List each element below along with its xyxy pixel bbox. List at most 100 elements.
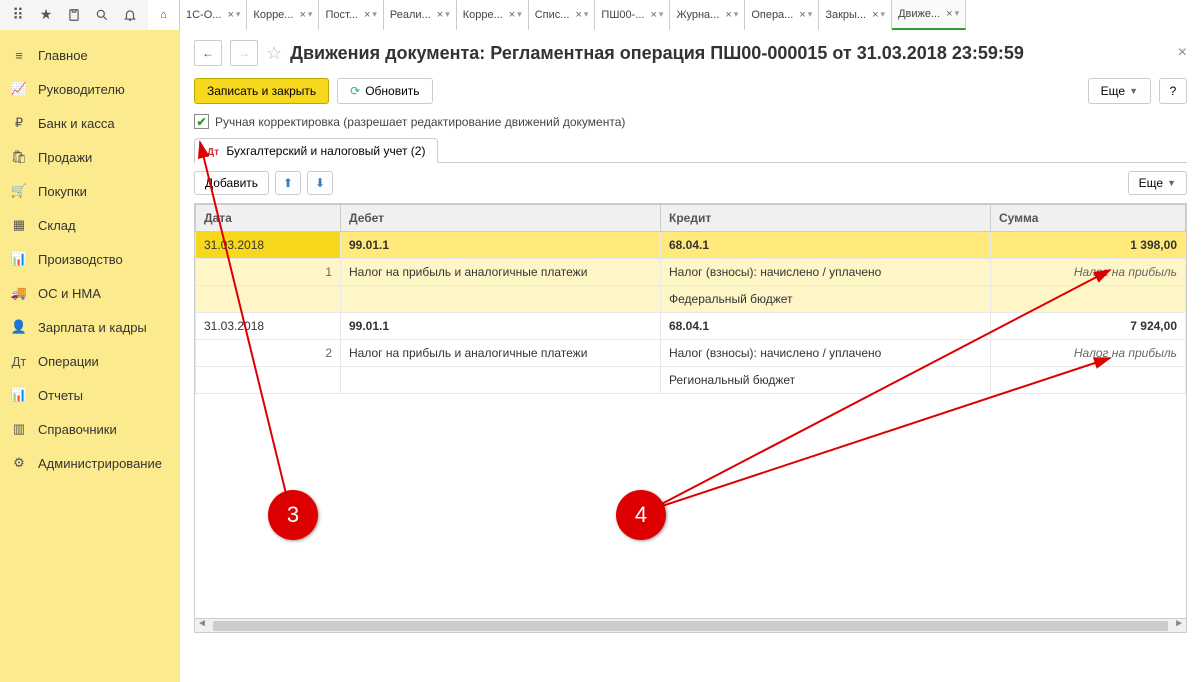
add-button[interactable]: Добавить — [194, 171, 269, 195]
dt-kt-icon: Дт — [207, 147, 219, 158]
tab[interactable]: Движе...×▾ — [892, 0, 966, 30]
tab[interactable]: Корре... ×▾ — [457, 0, 529, 30]
sidebar-item-label: Зарплата и кадры — [38, 320, 147, 335]
nav-forward-button[interactable]: → — [230, 40, 258, 66]
tab[interactable]: Корре...×▾ — [247, 0, 319, 30]
sidebar-item-label: Отчеты — [38, 388, 83, 403]
cell-sum-note: Налог на прибыль — [991, 340, 1186, 367]
sidebar-item[interactable]: ≡Главное — [0, 38, 179, 72]
cell-credit-desc: Налог (взносы): начислено / уплачено — [661, 259, 991, 286]
sidebar-item[interactable]: 👤Зарплата и кадры — [0, 310, 179, 344]
subtabs: Дт Бухгалтерский и налоговый учет (2) — [194, 137, 1187, 163]
bell-icon[interactable] — [116, 1, 144, 29]
help-button[interactable]: ? — [1159, 78, 1187, 104]
close-page-icon[interactable]: × — [1178, 44, 1187, 62]
tab[interactable]: Закры...×▾ — [819, 0, 892, 30]
cell-credit-desc2: Федеральный бюджет — [661, 286, 991, 313]
chevron-down-icon: ▼ — [1167, 178, 1176, 188]
tab-close-icon[interactable]: × — [299, 9, 305, 21]
sidebar-icon: ₽ — [10, 114, 28, 132]
tab-close-icon[interactable]: × — [437, 9, 443, 21]
tab-close-icon[interactable]: × — [364, 9, 370, 21]
toolbar: Записать и закрыть ⟳ Обновить Еще ▼ ? — [194, 78, 1187, 104]
tab-close-icon[interactable]: × — [799, 9, 805, 21]
tab-close-icon[interactable]: × — [575, 9, 581, 21]
table-more-button[interactable]: Еще ▼ — [1128, 171, 1187, 195]
tab[interactable]: Пост...×▾ — [319, 0, 383, 30]
sidebar-icon: Дт — [10, 352, 28, 370]
tab-close-icon[interactable]: × — [650, 9, 656, 21]
table-row[interactable]: 1Налог на прибыль и аналогичные платежиН… — [196, 259, 1186, 286]
sidebar-item[interactable]: ▥Справочники — [0, 412, 179, 446]
tab[interactable]: ПШ00-...×▾ — [595, 0, 670, 30]
sidebar-item[interactable]: ⚙Администрирование — [0, 446, 179, 480]
manual-correction-checkbox[interactable]: ✔ — [194, 114, 209, 129]
table-row[interactable]: Федеральный бюджет — [196, 286, 1186, 313]
refresh-icon: ⟳ — [350, 84, 360, 98]
cell-credit-account: 68.04.1 — [661, 313, 991, 340]
sidebar-icon: ⚙ — [10, 454, 28, 472]
move-up-button[interactable]: ⬆ — [275, 171, 301, 195]
apps-icon[interactable]: ⠿ — [4, 1, 32, 29]
tab[interactable]: Журна...×▾ — [670, 0, 745, 30]
col-debit[interactable]: Дебет — [341, 205, 661, 232]
sidebar-item[interactable]: 📈Руководителю — [0, 72, 179, 106]
sidebar-item[interactable]: 📊Производство — [0, 242, 179, 276]
search-icon[interactable] — [88, 1, 116, 29]
save-close-button[interactable]: Записать и закрыть — [194, 78, 329, 104]
col-sum[interactable]: Сумма — [991, 205, 1186, 232]
content-area: ← → ☆ Движения документа: Регламентная о… — [180, 30, 1201, 682]
tab[interactable]: Опера...×▾ — [745, 0, 819, 30]
table-row[interactable]: 31.03.201899.01.168.04.17 924,00 — [196, 313, 1186, 340]
horizontal-scrollbar[interactable] — [195, 618, 1186, 632]
favorite-star-icon[interactable]: ☆ — [266, 43, 282, 64]
chevron-down-icon: ▾ — [734, 9, 739, 20]
tab[interactable]: 1С-О...×▾ — [180, 0, 247, 30]
move-down-button[interactable]: ⬇ — [307, 171, 333, 195]
more-button[interactable]: Еще ▼ — [1088, 78, 1151, 104]
cell-empty — [341, 367, 661, 394]
sidebar-item[interactable]: ДтОперации — [0, 344, 179, 378]
tab-close-icon[interactable]: × — [725, 9, 731, 21]
tab-close-icon[interactable]: × — [946, 8, 952, 20]
tab-close-icon[interactable]: × — [509, 9, 515, 21]
sidebar-item[interactable]: 🛍Продажи — [0, 140, 179, 174]
chevron-down-icon: ▾ — [517, 9, 522, 20]
scroll-thumb[interactable] — [213, 621, 1168, 631]
sidebar: ≡Главное📈Руководителю₽Банк и касса🛍Прода… — [0, 30, 180, 682]
tab[interactable]: Реали...×▾ — [384, 0, 457, 30]
tab-label: Корре... — [463, 9, 503, 21]
nav-back-button[interactable]: ← — [194, 40, 222, 66]
chevron-down-icon: ▾ — [808, 9, 813, 20]
sidebar-icon: 📊 — [10, 386, 28, 404]
table-row[interactable]: 31.03.201899.01.168.04.11 398,00 — [196, 232, 1186, 259]
star-icon[interactable]: ★ — [32, 1, 60, 29]
table-header-row: Дата Дебет Кредит Сумма — [196, 205, 1186, 232]
table-more-label: Еще — [1139, 176, 1163, 190]
table-row[interactable]: 2Налог на прибыль и аналогичные платежиН… — [196, 340, 1186, 367]
tab[interactable]: Спис...×▾ — [529, 0, 596, 30]
refresh-button[interactable]: ⟳ Обновить — [337, 78, 432, 104]
cell-credit-desc: Налог (взносы): начислено / уплачено — [661, 340, 991, 367]
tab-close-icon[interactable]: × — [227, 9, 233, 21]
home-tab[interactable]: ⌂ — [148, 0, 180, 30]
cell-sum-note: Налог на прибыль — [991, 259, 1186, 286]
sidebar-icon: 📊 — [10, 250, 28, 268]
sidebar-item[interactable]: 📊 Отчеты — [0, 378, 179, 412]
col-credit[interactable]: Кредит — [661, 205, 991, 232]
sidebar-item[interactable]: 🛒Покупки — [0, 174, 179, 208]
sidebar-item[interactable]: ₽Банк и касса — [0, 106, 179, 140]
sidebar-item[interactable]: ▦Склад — [0, 208, 179, 242]
cell-empty — [341, 286, 661, 313]
sidebar-icon: ≡ — [10, 46, 28, 64]
cell-sum: 1 398,00 — [991, 232, 1186, 259]
table-row[interactable]: Региональный бюджет — [196, 367, 1186, 394]
tab-close-icon[interactable]: × — [872, 9, 878, 21]
accounting-subtab[interactable]: Дт Бухгалтерский и налоговый учет (2) — [194, 138, 438, 163]
subtab-label: Бухгалтерский и налоговый учет (2) — [226, 144, 425, 158]
col-date[interactable]: Дата — [196, 205, 341, 232]
sidebar-icon: 📈 — [10, 80, 28, 98]
sidebar-item[interactable]: 🚚ОС и НМА — [0, 276, 179, 310]
sidebar-item-label: Продажи — [38, 150, 92, 165]
clipboard-icon[interactable] — [60, 1, 88, 29]
